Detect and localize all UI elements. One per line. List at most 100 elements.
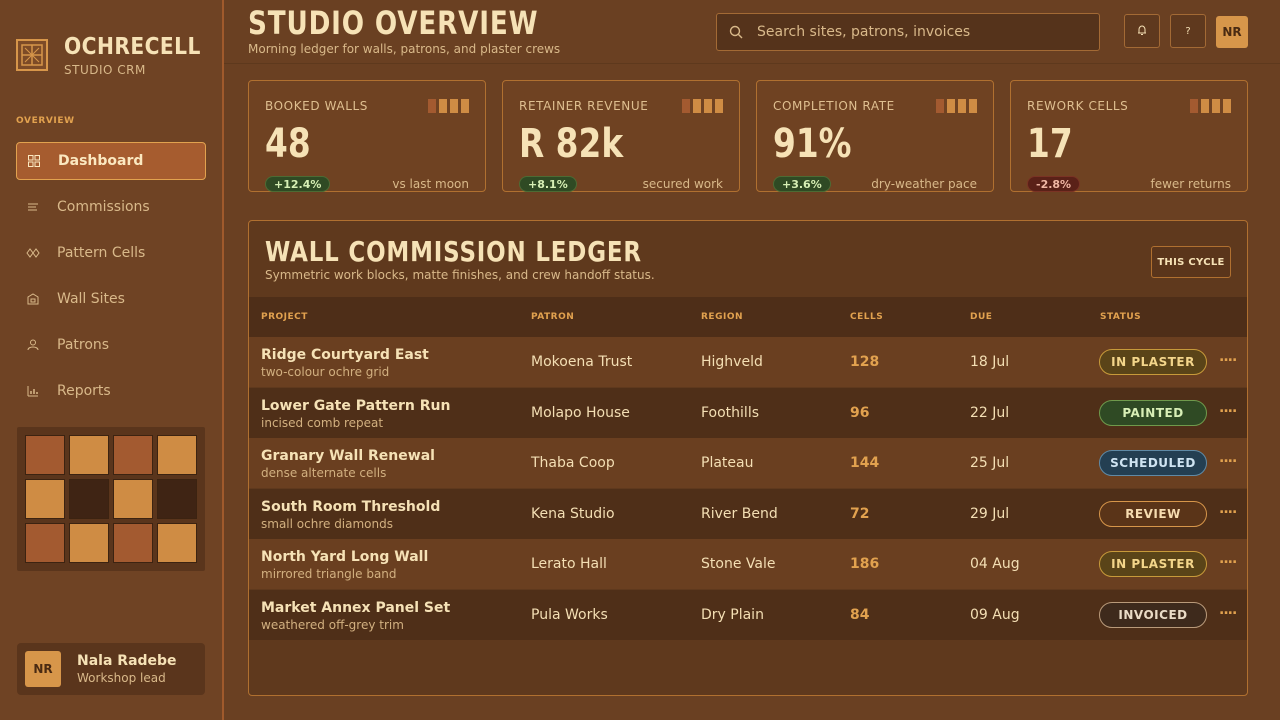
sidebar-item-label: Dashboard	[58, 153, 144, 169]
sidebar-item-pattern-cells[interactable]: Pattern Cells	[16, 234, 206, 272]
due-date: 29 Jul	[970, 505, 1010, 522]
cycle-filter-button[interactable]: THIS CYCLE	[1151, 246, 1231, 278]
pattern-cell	[25, 479, 65, 519]
status-badge: REVIEW	[1099, 500, 1207, 527]
grid-icon	[27, 154, 41, 168]
ledger-title: WALL COMMISSION LEDGER	[265, 235, 642, 268]
pattern-cell	[69, 479, 109, 519]
patron-cell: Pula Works	[531, 607, 608, 623]
bell-icon	[1136, 24, 1148, 39]
kpi-note: vs last moon	[392, 177, 469, 191]
more-options-icon[interactable]: ....	[1219, 551, 1237, 567]
cells-count: 84	[850, 607, 870, 623]
table-row[interactable]: North Yard Long Wall mirrored triangle ba…	[249, 539, 1247, 590]
pattern-cell	[157, 435, 197, 475]
pattern-cell	[157, 523, 197, 563]
kpi-card-rework-cells[interactable]: REWORK CELLS 17 -2.8% fewer returns	[1010, 80, 1248, 192]
due-date: 09 Aug	[970, 607, 1020, 623]
pattern-cell	[69, 523, 109, 563]
more-options-icon[interactable]: ....	[1219, 602, 1237, 618]
region-cell: Dry Plain	[701, 607, 764, 623]
kpi-label: REWORK CELLS	[1027, 99, 1129, 113]
user-name: Nala Radebe	[77, 653, 177, 669]
sidebar-item-reports[interactable]: Reports	[16, 372, 206, 410]
kpi-card-booked-walls[interactable]: BOOKED WALLS 48 +12.4% vs last moon	[248, 80, 486, 192]
kpi-note: secured work	[642, 177, 723, 191]
list-icon	[26, 200, 40, 214]
sidebar-item-commissions[interactable]: Commissions	[16, 188, 206, 226]
pattern-cell	[25, 435, 65, 475]
project-name: Market Annex Panel Set	[261, 600, 451, 616]
project-name: South Room Threshold	[261, 498, 441, 515]
due-date: 04 Aug	[970, 556, 1020, 573]
more-options-icon[interactable]: ....	[1219, 400, 1237, 416]
more-options-icon[interactable]: ....	[1219, 501, 1237, 517]
kpi-delta-badge: +3.6%	[773, 176, 831, 192]
pattern-cell	[113, 479, 153, 519]
sidebar: OCHRECELL STUDIO CRM OVERVIEW Dashboard …	[0, 0, 224, 720]
patron-cell: Thaba Coop	[531, 455, 615, 472]
commission-ledger-panel: WALL COMMISSION LEDGER Symmetric work bl…	[248, 220, 1248, 696]
help-button[interactable]: ?	[1170, 14, 1206, 48]
project-detail: incised comb repeat	[261, 415, 384, 430]
sidebar-item-dashboard[interactable]: Dashboard	[16, 142, 206, 180]
kpi-pattern-icon	[428, 99, 469, 113]
notifications-button[interactable]	[1124, 14, 1160, 48]
sidebar-item-patrons[interactable]: Patrons	[16, 326, 206, 364]
more-options-icon[interactable]: ....	[1219, 450, 1237, 466]
column-header-status[interactable]: STATUS	[1100, 312, 1141, 322]
sidebar-nav: Dashboard Commissions Pattern Cells Wall…	[16, 142, 206, 418]
kpi-label: COMPLETION RATE	[773, 99, 895, 113]
kpi-value: R 82k	[519, 121, 624, 167]
region-cell: Stone Vale	[701, 556, 776, 573]
pattern-cell	[25, 523, 65, 563]
column-header-patron[interactable]: PATRON	[531, 312, 574, 322]
patron-cell: Molapo House	[531, 404, 630, 421]
kpi-value: 48	[265, 121, 311, 167]
project-detail: dense alternate cells	[261, 466, 387, 481]
column-header-due[interactable]: DUE	[970, 312, 992, 322]
status-badge: INVOICED	[1099, 602, 1207, 628]
table-row[interactable]: Lower Gate Pattern Run incised comb repea…	[249, 387, 1247, 438]
project-name: Granary Wall Renewal	[261, 448, 435, 465]
user-card[interactable]: NR Nala Radebe Workshop lead	[17, 643, 205, 695]
column-header-cells[interactable]: CELLS	[850, 312, 883, 322]
search-input[interactable]: Search sites, patrons, invoices	[716, 13, 1100, 51]
user-role: Workshop lead	[77, 671, 166, 685]
table-row[interactable]: Granary Wall Renewal dense alternate cell…	[249, 438, 1247, 489]
table-header: PROJECT PATRON REGION CELLS DUE STATUS	[249, 297, 1247, 337]
more-options-icon[interactable]: ....	[1219, 349, 1237, 365]
kpi-delta-badge: +8.1%	[519, 176, 577, 192]
sidebar-item-label: Wall Sites	[57, 291, 125, 307]
kpi-pattern-icon	[682, 99, 723, 113]
nav-section-label: OVERVIEW	[16, 116, 75, 126]
due-date: 22 Jul	[970, 404, 1010, 421]
kpi-delta-badge: +12.4%	[265, 176, 331, 192]
header-avatar[interactable]: NR	[1216, 16, 1248, 48]
kpi-value: 17	[1027, 121, 1073, 167]
sidebar-item-wall-sites[interactable]: Wall Sites	[16, 280, 206, 318]
sidebar-item-label: Commissions	[57, 199, 150, 215]
table-row[interactable]: Market Annex Panel Set weathered off-grey…	[249, 590, 1247, 640]
column-header-region[interactable]: REGION	[701, 312, 743, 322]
project-name: Ridge Courtyard East	[261, 347, 429, 363]
diamond-pattern-icon	[26, 246, 40, 260]
ledger-subtitle: Symmetric work blocks, matte finishes, a…	[265, 268, 655, 282]
kpi-pattern-icon	[1190, 99, 1231, 113]
status-badge: SCHEDULED	[1099, 450, 1207, 477]
sidebar-item-label: Patrons	[57, 337, 110, 353]
pattern-swatch-grid	[17, 427, 205, 571]
pattern-cell	[113, 435, 153, 475]
kpi-card-retainer-revenue[interactable]: RETAINER REVENUE R 82k +8.1% secured wor…	[502, 80, 740, 192]
kpi-card-completion-rate[interactable]: COMPLETION RATE 91% +3.6% dry-weather pa…	[756, 80, 994, 192]
building-icon	[26, 292, 40, 306]
column-header-project[interactable]: PROJECT	[261, 312, 308, 322]
brand-name: OCHRECELL	[64, 34, 201, 60]
status-badge: IN PLASTER	[1099, 349, 1207, 375]
project-name: North Yard Long Wall	[261, 549, 429, 566]
table-row[interactable]: Ridge Courtyard East two-colour ochre gri…	[249, 337, 1247, 387]
due-date: 18 Jul	[970, 354, 1010, 370]
brand[interactable]: OCHRECELL STUDIO CRM	[16, 33, 220, 77]
table-row[interactable]: South Room Threshold small ochre diamonds…	[249, 488, 1247, 539]
kpi-value: 91%	[773, 121, 852, 167]
